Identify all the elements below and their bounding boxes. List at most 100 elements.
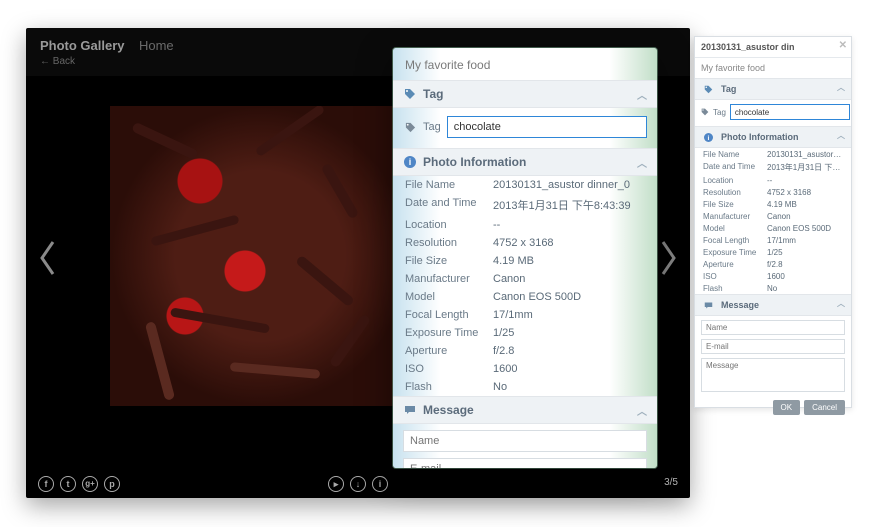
- svg-text:i: i: [409, 157, 412, 167]
- photo-info-panel: My favorite food Tag ︿ Tag i Photo I: [393, 48, 657, 468]
- info-value: 4752 x 3168: [493, 237, 645, 249]
- tag-input[interactable]: [447, 116, 647, 138]
- info-row: File Name20130131_asustor dinner_0: [695, 148, 851, 160]
- side-tag-section-label: Tag: [721, 84, 736, 94]
- tag-section-label: Tag: [423, 87, 443, 101]
- photo-counter: 3/5: [664, 477, 678, 488]
- info-icon: i: [701, 130, 715, 144]
- side-message-section-label: Message: [721, 300, 759, 310]
- info-value: No: [767, 284, 843, 293]
- share-plurk-icon[interactable]: p: [104, 476, 120, 492]
- info-key: Aperture: [703, 260, 767, 269]
- info-toggle-icon[interactable]: i: [372, 476, 388, 492]
- chevron-up-icon: ︿: [637, 87, 647, 102]
- message-section-header[interactable]: Message ︿: [393, 396, 657, 424]
- side-message-section-header[interactable]: Message ︿: [695, 294, 851, 316]
- info-value: 4.19 MB: [767, 200, 843, 209]
- info-row: Aperturef/2.8: [393, 342, 657, 360]
- info-value: 4752 x 3168: [767, 188, 843, 197]
- photo-info-section-label: Photo Information: [423, 155, 526, 169]
- photo-preview: [110, 106, 410, 406]
- info-key: Model: [405, 291, 493, 303]
- side-tag-field-label: Tag: [713, 108, 726, 117]
- back-link[interactable]: ← Back: [40, 56, 75, 67]
- download-icon[interactable]: ↓: [350, 476, 366, 492]
- info-row: File Size4.19 MB: [695, 198, 851, 210]
- side-photo-info-list: File Name20130131_asustor dinner_0Date a…: [695, 148, 851, 294]
- play-slideshow-icon[interactable]: ▸: [328, 476, 344, 492]
- side-tag-input[interactable]: [730, 104, 850, 120]
- side-photo-info-section-header[interactable]: i Photo Information ︿: [695, 126, 851, 148]
- info-value: Canon EOS 500D: [767, 224, 843, 233]
- speech-bubble-icon: [701, 298, 715, 312]
- side-tag-section-header[interactable]: Tag ︿: [695, 78, 851, 100]
- tag-field-label: Tag: [423, 121, 441, 133]
- speech-bubble-icon: [403, 403, 417, 417]
- chevron-up-icon: ︿: [837, 298, 845, 309]
- info-row: ManufacturerCanon: [393, 270, 657, 288]
- info-key: Location: [703, 176, 767, 185]
- svg-text:i: i: [707, 134, 709, 141]
- message-name-input[interactable]: [403, 430, 647, 452]
- home-link[interactable]: Home: [139, 38, 174, 53]
- info-value: 1/25: [493, 327, 645, 339]
- side-message-body-input[interactable]: [701, 358, 845, 392]
- side-message-name-input[interactable]: [701, 320, 845, 335]
- app-title: Photo Gallery Home: [40, 38, 174, 53]
- info-key: File Name: [405, 179, 493, 191]
- photo-info-section-header[interactable]: i Photo Information ︿: [393, 148, 657, 176]
- info-value: 17/1mm: [493, 309, 645, 321]
- side-message-email-input[interactable]: [701, 339, 845, 354]
- info-value: --: [767, 176, 843, 185]
- share-twitter-icon[interactable]: t: [60, 476, 76, 492]
- info-key: ISO: [703, 272, 767, 281]
- info-value: Canon: [493, 273, 645, 285]
- info-value: 4.19 MB: [493, 255, 645, 267]
- info-row: ManufacturerCanon: [695, 210, 851, 222]
- info-key: File Size: [703, 200, 767, 209]
- cancel-button[interactable]: Cancel: [804, 400, 845, 415]
- close-icon[interactable]: ✕: [839, 40, 847, 51]
- chevron-up-icon: ︿: [837, 82, 845, 93]
- ok-button[interactable]: OK: [773, 400, 801, 415]
- info-value: 2013年1月31日 下午8:43:39: [767, 162, 843, 173]
- info-icon: i: [403, 155, 417, 169]
- tag-section-header[interactable]: Tag ︿: [393, 80, 657, 108]
- tag-icon: [403, 120, 417, 134]
- share-facebook-icon[interactable]: f: [38, 476, 54, 492]
- info-key: Aperture: [405, 345, 493, 357]
- chevron-up-icon: ︿: [637, 155, 647, 170]
- info-key: Date and Time: [405, 197, 493, 213]
- share-gplus-icon[interactable]: g+: [82, 476, 98, 492]
- message-section-label: Message: [423, 403, 474, 417]
- info-value: 20130131_asustor dinner_0: [493, 179, 645, 191]
- info-row: Resolution4752 x 3168: [695, 186, 851, 198]
- photo-info-list: File Name20130131_asustor dinner_0Date a…: [393, 176, 657, 396]
- info-value: 20130131_asustor dinner_0: [767, 150, 843, 159]
- info-key: Manufacturer: [703, 212, 767, 221]
- tag-icon: [701, 82, 715, 96]
- info-value: f/2.8: [767, 260, 843, 269]
- info-key: File Size: [405, 255, 493, 267]
- info-key: Location: [405, 219, 493, 231]
- side-panel-title: 20130131_asustor din: [701, 42, 795, 52]
- info-row: Focal Length17/1mm: [695, 234, 851, 246]
- info-row: ISO1600: [695, 270, 851, 282]
- info-value: 17/1mm: [767, 236, 843, 245]
- info-row: ModelCanon EOS 500D: [695, 222, 851, 234]
- info-row: Location--: [695, 174, 851, 186]
- info-value: --: [493, 219, 645, 231]
- info-row: Date and Time2013年1月31日 下午8:43:39: [393, 194, 657, 216]
- side-panel-titlebar: 20130131_asustor din ✕: [695, 37, 851, 58]
- info-row: ISO1600: [393, 360, 657, 378]
- info-key: Focal Length: [703, 236, 767, 245]
- info-value: 2013年1月31日 下午8:43:39: [493, 197, 645, 213]
- message-email-input[interactable]: [403, 458, 647, 468]
- info-value: Canon EOS 500D: [493, 291, 645, 303]
- info-row: Resolution4752 x 3168: [393, 234, 657, 252]
- chevron-up-icon: ︿: [837, 130, 845, 141]
- app-title-text: Photo Gallery: [40, 38, 125, 53]
- prev-photo-button[interactable]: [28, 228, 68, 288]
- lightbox-bottom-bar: f t g+ p ▸ ↓ i 3/5: [26, 470, 690, 492]
- info-key: ISO: [405, 363, 493, 375]
